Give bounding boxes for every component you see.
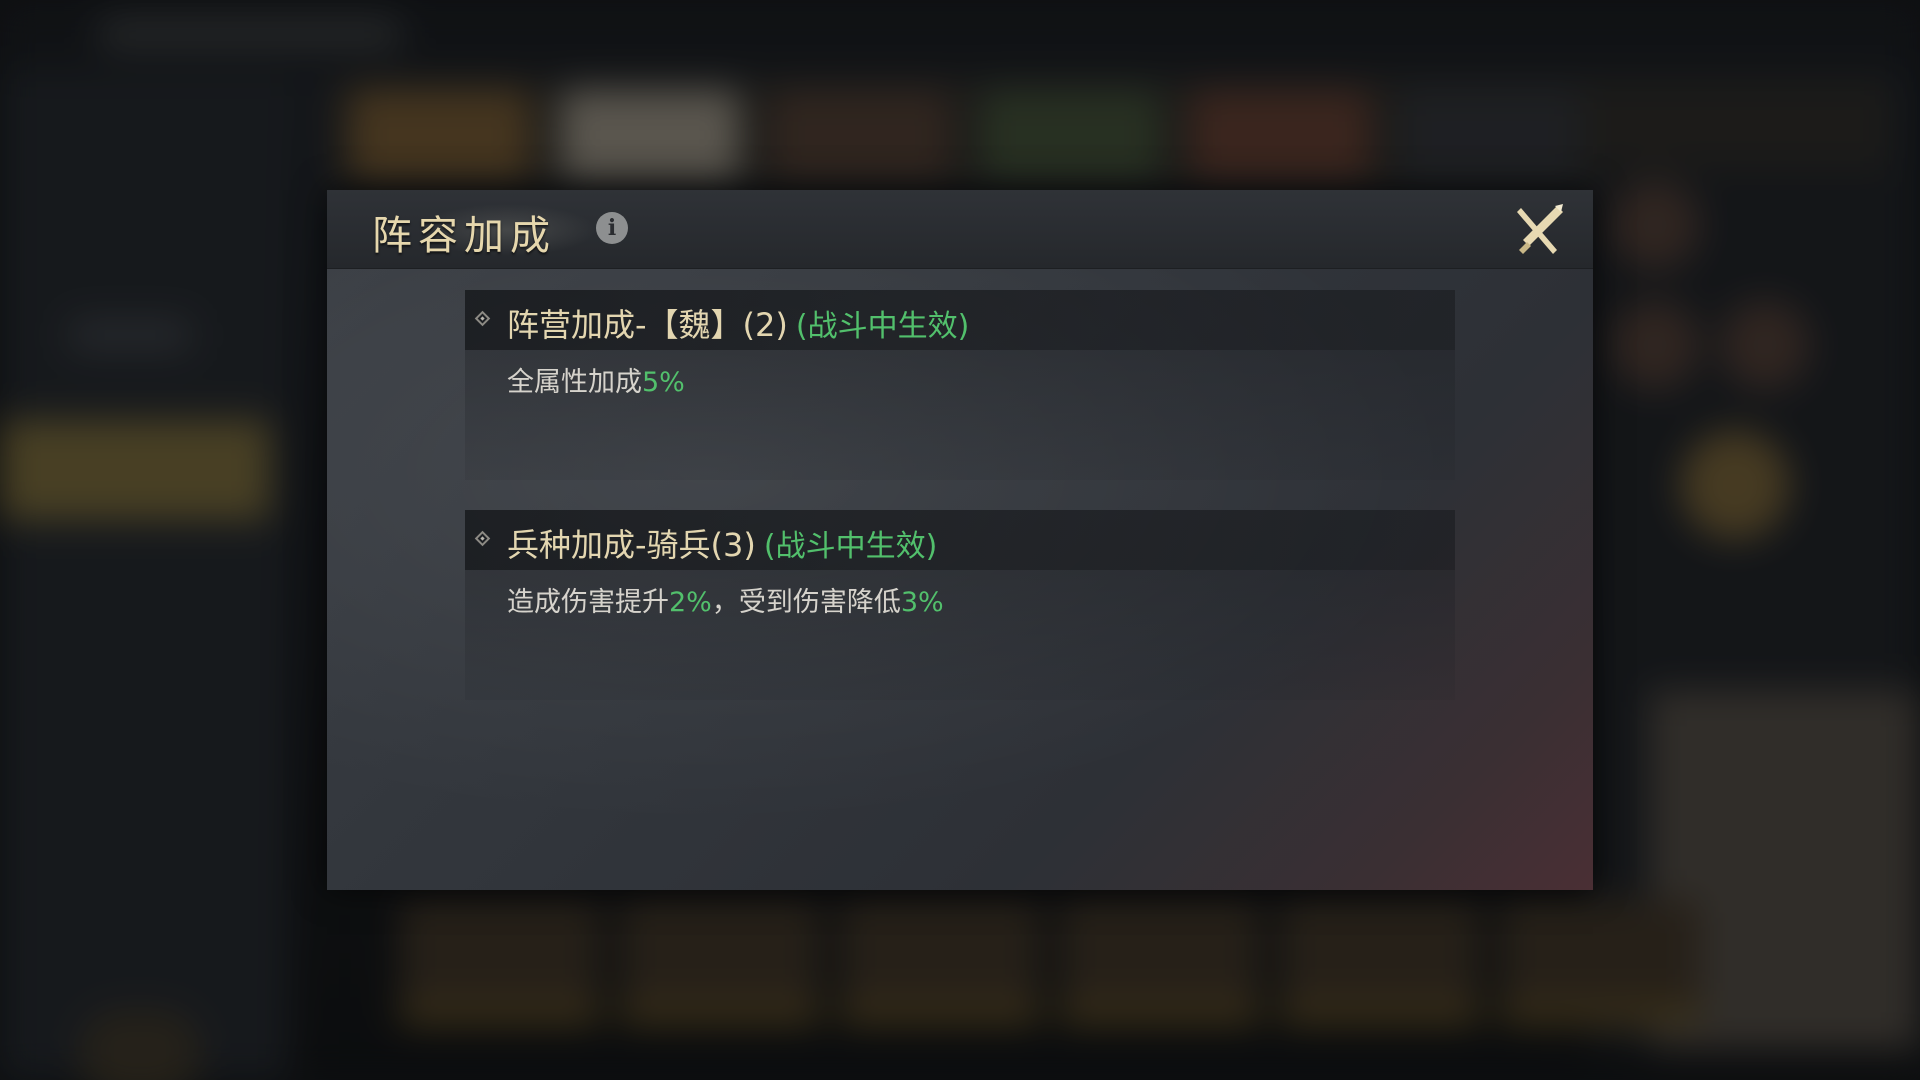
dialog-header: 阵容加成 i: [327, 190, 1593, 269]
info-icon[interactable]: i: [596, 212, 628, 244]
desc-text: 造成伤害提升: [507, 587, 669, 618]
bonus-body: 全属性加成5%: [465, 350, 1455, 480]
lineup-bonus-dialog: 阵容加成 i 阵营加成-【魏】(2) (战斗中生效) 全属性加成5% 兵种加成-…: [327, 190, 1593, 890]
bonus-header: 兵种加成-骑兵(3) (战斗中生效): [465, 510, 1455, 570]
bonus-note: (战斗中生效): [763, 529, 938, 564]
close-button[interactable]: [1509, 200, 1569, 260]
bonus-section-faction: 阵营加成-【魏】(2) (战斗中生效) 全属性加成5%: [465, 290, 1455, 480]
bonus-section-troop: 兵种加成-骑兵(3) (战斗中生效) 造成伤害提升2%，受到伤害降低3%: [465, 510, 1455, 700]
desc-value: 2%: [669, 587, 712, 618]
bonus-description: 全属性加成5%: [507, 360, 685, 399]
bonus-body: 造成伤害提升2%，受到伤害降低3%: [465, 570, 1455, 700]
dialog-title: 阵容加成: [372, 213, 556, 259]
bonus-note: (战斗中生效): [795, 309, 970, 344]
bonus-description: 造成伤害提升2%，受到伤害降低3%: [507, 580, 944, 619]
desc-value: 5%: [642, 367, 685, 398]
game-screen: 阵容加成 i 阵营加成-【魏】(2) (战斗中生效) 全属性加成5% 兵种加成-…: [0, 0, 1920, 1080]
bonus-title: 兵种加成-骑兵(3): [507, 526, 756, 564]
desc-text: ，受到伤害降低: [711, 587, 901, 618]
desc-value: 3%: [900, 587, 944, 618]
bonus-title: 阵营加成-【魏】(2): [507, 306, 788, 344]
diamond-bullet-icon: [474, 310, 491, 327]
bonus-header: 阵营加成-【魏】(2) (战斗中生效): [465, 290, 1455, 350]
diamond-bullet-icon: [474, 530, 491, 547]
crossed-swords-close-icon: [1517, 204, 1563, 254]
desc-text: 全属性加成: [507, 367, 642, 398]
